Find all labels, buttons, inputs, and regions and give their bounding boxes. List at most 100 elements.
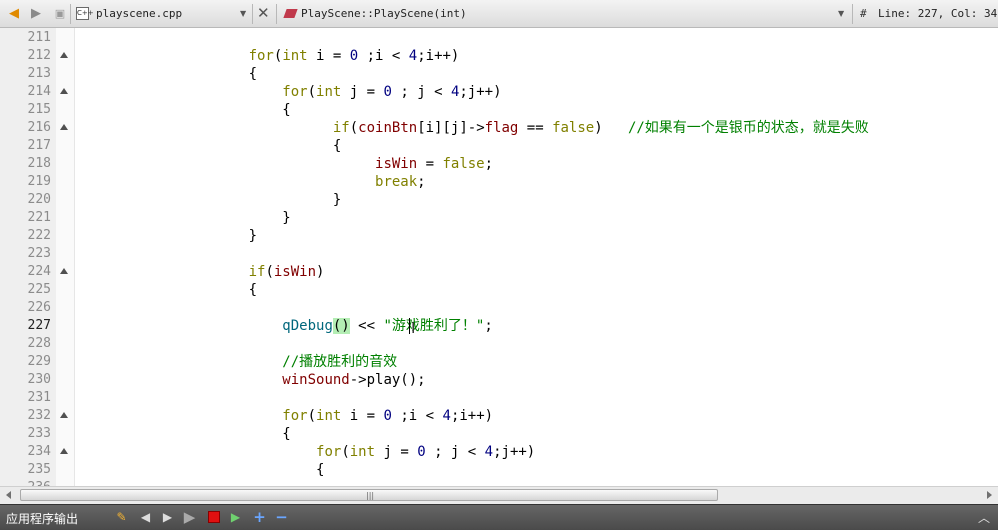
code-line[interactable]: 227 qDebug() << "游戏胜利了！"; I — [0, 317, 998, 337]
zoom-in-icon[interactable]: + — [252, 510, 267, 525]
line-number: 222 — [27, 228, 51, 243]
grip-icon: ||| — [366, 491, 375, 500]
scroll-right-icon[interactable] — [987, 491, 992, 499]
line-number: 236 — [0, 479, 51, 486]
line-number: 213 — [27, 66, 51, 81]
line-number: 217 — [27, 138, 51, 153]
code-text: { — [80, 102, 291, 118]
code-text: { — [80, 426, 291, 442]
code-line[interactable]: 231 — [0, 389, 998, 407]
line-number: 229 — [27, 354, 51, 369]
code-text: //播放胜利的音效 — [282, 354, 398, 370]
line-number: 218 — [27, 156, 51, 171]
previous-icon[interactable]: ◀ — [138, 510, 153, 525]
code-line[interactable]: 211 — [0, 29, 998, 47]
fold-marker-icon[interactable] — [60, 412, 68, 418]
output-pane-bar: 应用程序输出 ✎ ◀ ▶ ▶ ▶ + − ︿ — [0, 504, 998, 530]
zoom-out-icon[interactable]: − — [274, 510, 289, 525]
code-line[interactable]: 215 { — [0, 101, 998, 119]
lock-icon[interactable]: ▣ — [52, 6, 68, 22]
code-line[interactable]: 225 { — [0, 281, 998, 299]
fold-marker-icon[interactable] — [60, 52, 68, 58]
line-number: 221 — [27, 210, 51, 225]
code-line[interactable]: 235 { — [0, 461, 998, 479]
close-icon[interactable]: ✕ — [257, 4, 270, 22]
code-line[interactable]: 228 — [0, 335, 998, 353]
line-number: 214 — [27, 84, 51, 99]
horizontal-scrollbar[interactable]: ||| — [0, 486, 998, 504]
chevron-down-icon[interactable]: ▼ — [838, 9, 844, 18]
line-number: 228 — [27, 336, 51, 351]
hash-label: # — [860, 7, 867, 20]
code-text: for(int j = 0 ; j < 4;j++) — [316, 444, 536, 460]
line-number: 230 — [27, 372, 51, 387]
open-file-name[interactable]: playscene.cpp — [96, 7, 182, 20]
line-number: 224 — [27, 264, 51, 279]
next-icon[interactable]: ▶ — [160, 510, 175, 525]
code-line[interactable]: 236 — [0, 479, 998, 486]
code-line[interactable]: 216 if(coinBtn[i][j]->flag == false) //如… — [0, 119, 998, 137]
code-line[interactable]: 219 break; — [0, 173, 998, 191]
line-number: 216 — [27, 120, 51, 135]
scrollbar-thumb[interactable]: ||| — [20, 489, 718, 501]
line-number: 212 — [27, 48, 51, 63]
line-number: 231 — [27, 390, 51, 405]
code-line[interactable]: 213 { — [0, 65, 998, 83]
code-line[interactable]: 232 for(int i = 0 ;i < 4;i++) — [0, 407, 998, 425]
fold-marker-icon[interactable] — [60, 268, 68, 274]
rerun-icon[interactable]: ✎ — [114, 510, 129, 525]
code-line[interactable]: 234 for(int j = 0 ; j < 4;j++) — [0, 443, 998, 461]
line-number: 225 — [27, 282, 51, 297]
scroll-left-icon[interactable] — [6, 491, 11, 499]
code-text: } — [80, 210, 291, 226]
code-line[interactable]: 226 — [0, 299, 998, 317]
debug-icon[interactable]: ▶ — [228, 510, 243, 525]
code-line[interactable]: 222 } — [0, 227, 998, 245]
editor-toolbar: ◀ ▶ ▣ C++ playscene.cpp ▼ ✕ PlayScene::P… — [0, 0, 998, 28]
line-number: 215 — [27, 102, 51, 117]
line-number: 211 — [27, 30, 51, 45]
chevron-down-icon[interactable]: ▼ — [240, 9, 246, 18]
run-icon[interactable]: ▶ — [182, 510, 197, 525]
code-line[interactable]: 233 { — [0, 425, 998, 443]
code-text: if(isWin) — [248, 264, 325, 280]
function-symbol-icon — [283, 9, 298, 18]
line-number: 234 — [27, 444, 51, 459]
code-line[interactable]: 224 if(isWin) — [0, 263, 998, 281]
cursor-position[interactable]: Line: 227, Col: 34 — [878, 7, 997, 20]
toolbar-separator — [252, 4, 253, 24]
code-line[interactable]: 230 winSound->play(); — [0, 371, 998, 389]
fold-marker-icon[interactable] — [60, 124, 68, 130]
code-text: } — [80, 228, 258, 244]
current-symbol[interactable]: PlayScene::PlayScene(int) — [301, 7, 467, 20]
code-text: } — [80, 192, 342, 208]
code-line[interactable]: 214 for(int j = 0 ; j < 4;j++) — [0, 83, 998, 101]
fold-marker-icon[interactable] — [60, 448, 68, 454]
line-number: 226 — [27, 300, 51, 315]
code-text: { — [80, 462, 325, 478]
toolbar-separator — [276, 4, 277, 24]
forward-arrow-icon[interactable]: ▶ — [28, 6, 44, 22]
code-line[interactable]: 217 { — [0, 137, 998, 155]
code-text: { — [80, 66, 258, 82]
code-text: qDebug() << "游戏胜利了！"; — [282, 318, 493, 334]
toolbar-separator — [70, 4, 71, 24]
line-number: 220 — [27, 192, 51, 207]
code-line[interactable]: 223 — [0, 245, 998, 263]
line-number: 227 — [27, 318, 51, 333]
fold-marker-icon[interactable] — [60, 88, 68, 94]
stop-icon[interactable] — [208, 511, 220, 523]
back-arrow-icon[interactable]: ◀ — [6, 6, 22, 22]
code-line[interactable]: 212 for(int i = 0 ;i < 4;i++) — [0, 47, 998, 65]
code-line[interactable]: 229 //播放胜利的音效 — [0, 353, 998, 371]
cpp-file-icon: C++ — [76, 7, 94, 20]
code-text: { — [80, 138, 342, 154]
code-line[interactable]: 220 } — [0, 191, 998, 209]
code-line[interactable]: 221 } — [0, 209, 998, 227]
code-text: for(int j = 0 ; j < 4;j++) — [282, 84, 502, 100]
line-number: 235 — [27, 462, 51, 477]
code-line[interactable]: 218 isWin = false; — [0, 155, 998, 173]
chevron-up-icon[interactable]: ︿ — [978, 509, 990, 526]
code-editor[interactable]: 211 212 for(int i = 0 ;i < 4;i++) 213 {214… — [0, 28, 998, 486]
code-text: winSound->play(); — [282, 372, 426, 388]
